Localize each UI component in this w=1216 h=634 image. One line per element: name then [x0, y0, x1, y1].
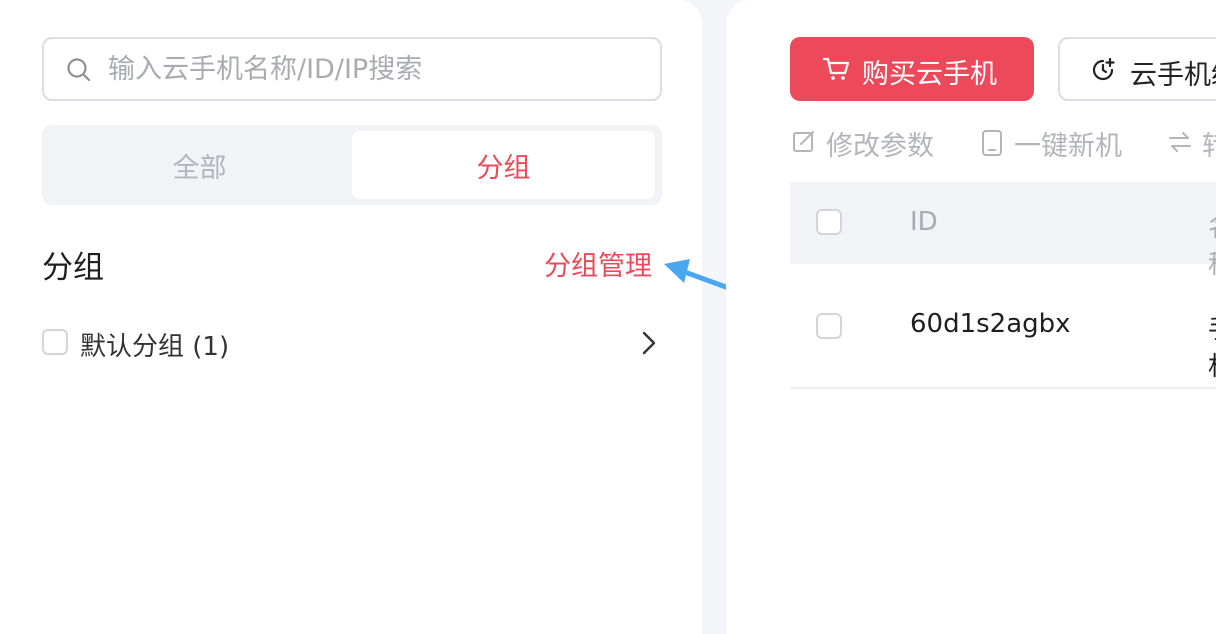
row-checkbox[interactable]	[816, 313, 842, 339]
tab-all[interactable]: 全部	[48, 131, 351, 199]
phone-icon	[982, 130, 1002, 156]
table-row[interactable]: 60d1s2agbx 手机	[790, 265, 1216, 389]
column-header-id: ID	[910, 207, 938, 237]
new-machine-label: 一键新机	[1014, 131, 1122, 162]
search-icon	[67, 58, 91, 82]
view-segmented-control: 全部 分组	[42, 125, 662, 205]
group-name: 默认分组 (1)	[80, 332, 230, 362]
renew-cloud-phone-button[interactable]: 云手机续费	[1058, 37, 1216, 101]
device-name-cell: 手机	[1208, 309, 1216, 383]
clock-plus-icon	[1092, 57, 1115, 81]
edit-params-label: 修改参数	[826, 131, 934, 162]
transfer-label: 转移	[1202, 131, 1216, 162]
group-list-item[interactable]: 默认分组 (1)	[42, 318, 662, 366]
buy-button-label: 购买云手机	[862, 59, 997, 90]
group-checkbox[interactable]	[42, 329, 68, 355]
device-id-cell: 60d1s2agbx	[910, 309, 1071, 339]
search-box[interactable]	[42, 37, 662, 101]
transfer-icon	[1169, 132, 1191, 152]
cart-icon	[822, 57, 850, 80]
table-header: ID 名称	[790, 182, 1216, 280]
renew-button-label: 云手机续费	[1130, 60, 1216, 91]
tab-group[interactable]: 分组	[352, 131, 655, 199]
chevron-right-icon[interactable]	[638, 330, 660, 356]
edit-icon	[793, 131, 814, 152]
group-manage-link[interactable]: 分组管理	[544, 244, 652, 283]
group-section-title: 分组	[42, 250, 104, 286]
search-input[interactable]	[108, 49, 638, 89]
buy-cloud-phone-button[interactable]: 购买云手机	[790, 37, 1034, 101]
select-all-checkbox[interactable]	[816, 209, 842, 235]
